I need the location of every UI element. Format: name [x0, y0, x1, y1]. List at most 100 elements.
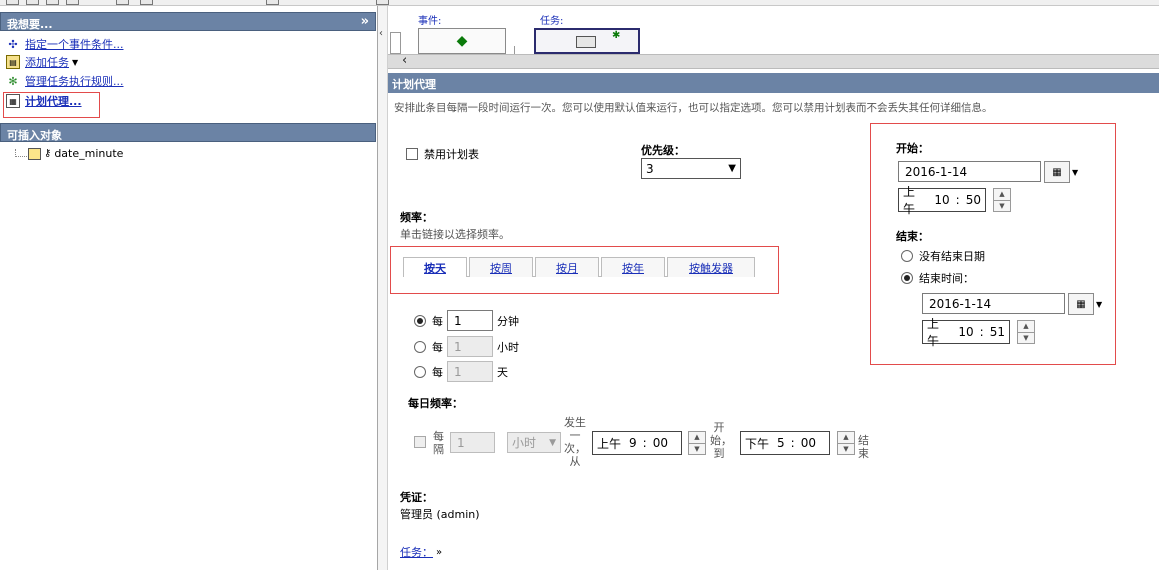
panel-description: 安排此条目每隔一段时间运行一次。您可以使用默认值来运行，也可以指定选项。您可以禁…	[394, 102, 993, 114]
end-calendar-button[interactable]: ▦ ▼	[1068, 293, 1102, 315]
every-days-row: 每 1 天	[414, 361, 508, 382]
daily-end-spinner[interactable]: ▲ ▼	[837, 431, 855, 455]
selection-highlight	[3, 92, 100, 118]
specify-event-link[interactable]: ✣ 指定一个事件条件...	[6, 36, 123, 52]
tab-daily[interactable]: 按天	[403, 257, 467, 277]
no-end-date-radio[interactable]	[901, 250, 913, 262]
manage-rules-link[interactable]: ✻ 管理任务执行规则...	[6, 73, 124, 89]
start-date-input[interactable]: 2016-1-14	[898, 161, 1041, 182]
canvas-connector	[514, 46, 515, 54]
daily-start-ampm: 上午	[597, 436, 622, 451]
spinner-down-icon[interactable]: ▼	[689, 444, 705, 455]
tasks-link[interactable]: 任务： »	[400, 544, 442, 560]
spinner-up-icon[interactable]: ▲	[838, 432, 854, 444]
disable-schedule-row[interactable]: 禁用计划表	[406, 146, 479, 162]
task-node-icon	[576, 36, 596, 48]
daily-every-label-line: 每	[433, 430, 444, 443]
occurs-text-line: 次，	[564, 442, 586, 455]
end-time[interactable]: 上午 10 : 51	[922, 317, 1010, 348]
occurs-once-text: 发生 一 次， 从	[563, 416, 587, 468]
end-time-spinner[interactable]: ▲ ▼	[1017, 320, 1035, 344]
event-node[interactable]: ◆	[418, 28, 506, 54]
collapse-chevron-icon[interactable]: »	[361, 14, 369, 29]
toolbar-icon[interactable]	[66, 0, 79, 5]
disable-schedule-checkbox[interactable]	[406, 148, 418, 160]
start-calendar-button[interactable]: ▦ ▼	[1044, 161, 1078, 183]
toolbar-icon[interactable]	[6, 0, 19, 5]
priority-label: 优先级：	[641, 144, 685, 157]
tab-trigger[interactable]: 按触发器	[667, 257, 755, 277]
start-time-spinner[interactable]: ▲ ▼	[993, 188, 1011, 212]
collapse-left-icon[interactable]: ‹	[379, 28, 383, 39]
pane-splitter[interactable]: ‹	[378, 6, 388, 570]
every-hours-radio[interactable]	[414, 340, 426, 353]
spinner-up-icon[interactable]: ▲	[1018, 321, 1034, 333]
tab-monthly[interactable]: 按月	[535, 257, 599, 277]
insertable-objects-header: 可插入对象	[0, 123, 376, 142]
toolbar-icon[interactable]	[140, 0, 153, 5]
task-pane-header[interactable]: 我想要... »	[0, 12, 376, 31]
every-hours-row: 每 1 小时	[414, 336, 519, 357]
horizontal-scrollbar[interactable]: ‹	[388, 53, 1159, 69]
manage-rules-label: 管理任务执行规则...	[25, 75, 124, 88]
end-time-row: 结束时间：	[901, 270, 974, 286]
end-label: 结束：	[896, 230, 929, 243]
add-task-label: 添加任务	[25, 56, 69, 69]
spinner-up-icon[interactable]: ▲	[994, 189, 1010, 201]
daily-every-label-line: 隔	[433, 443, 444, 456]
toolbar-icon[interactable]	[116, 0, 129, 5]
every-label: 每	[432, 340, 443, 354]
toolbar-icon[interactable]	[376, 0, 389, 5]
every-minutes-row: 每 1 分钟	[414, 310, 519, 331]
toolbar-icon[interactable]	[266, 0, 279, 5]
spinner-down-icon[interactable]: ▼	[1018, 333, 1034, 344]
start-time[interactable]: 上午 10 : 50	[898, 185, 986, 216]
start-to-text: 开 始， 到	[710, 421, 732, 460]
end-hour: 10	[958, 325, 974, 339]
toolbar-icon[interactable]	[26, 0, 39, 5]
event-node-icon: ◆	[456, 33, 468, 49]
tab-weekly[interactable]: 按周	[469, 257, 533, 277]
every-minutes-radio[interactable]	[414, 314, 426, 327]
occurs-text-line: 一	[569, 429, 581, 442]
chevron-down-icon: ▼	[1072, 167, 1079, 177]
daily-start-time[interactable]: 上午 9 : 00	[592, 431, 682, 455]
occurs-text-line: 发生	[564, 416, 586, 429]
time-colon: :	[790, 436, 795, 450]
end-min: 51	[989, 325, 1005, 339]
task-node-star-icon: ✱	[612, 30, 621, 41]
left-pane: 我想要... » ✣ 指定一个事件条件... ▤ 添加任务 ▼ ✻ 管理任务执行…	[0, 6, 378, 570]
priority-select[interactable]: 3 ▼	[641, 158, 741, 179]
start-to-line: 开	[713, 421, 725, 434]
hours-unit: 小时	[497, 340, 519, 354]
end-ampm: 上午	[927, 317, 940, 348]
end-time-radio[interactable]	[901, 272, 913, 284]
panel-title-bar: 计划代理	[388, 73, 1159, 93]
daily-end-ampm: 下午	[745, 436, 770, 451]
spinner-up-icon[interactable]: ▲	[689, 432, 705, 444]
chevron-down-icon: ▼	[728, 163, 736, 174]
credentials-value: 管理员 (admin)	[400, 508, 480, 521]
scroll-left-icon[interactable]: ‹	[402, 53, 407, 68]
daily-every-label: 每 隔	[433, 430, 444, 456]
tree-item[interactable]: ⚷ date_minute	[28, 147, 123, 160]
minutes-input[interactable]: 1	[447, 310, 493, 331]
every-days-radio[interactable]	[414, 365, 426, 378]
daily-end-time[interactable]: 下午 5 : 00	[740, 431, 830, 455]
add-task-link[interactable]: ▤ 添加任务 ▼	[6, 54, 78, 70]
daily-start-spinner[interactable]: ▲ ▼	[688, 431, 706, 455]
daily-unit-select: 小时 ▼	[507, 432, 561, 453]
start-to-line: 始，	[710, 434, 732, 447]
tab-yearly[interactable]: 按年	[601, 257, 665, 277]
time-colon: :	[979, 325, 984, 339]
end-date-input[interactable]: 2016-1-14	[922, 293, 1065, 314]
task-node[interactable]: ✱	[534, 28, 640, 54]
spinner-down-icon[interactable]: ▼	[838, 444, 854, 455]
end-text: 结 束	[858, 434, 869, 460]
credentials-label: 凭证：	[400, 491, 433, 504]
tab-monthly-label: 按月	[556, 261, 578, 275]
event-canvas-label: 事件:	[418, 16, 442, 27]
toolbar-icon[interactable]	[46, 0, 59, 5]
daily-frequency-checkbox	[414, 436, 426, 451]
spinner-down-icon[interactable]: ▼	[994, 201, 1010, 212]
